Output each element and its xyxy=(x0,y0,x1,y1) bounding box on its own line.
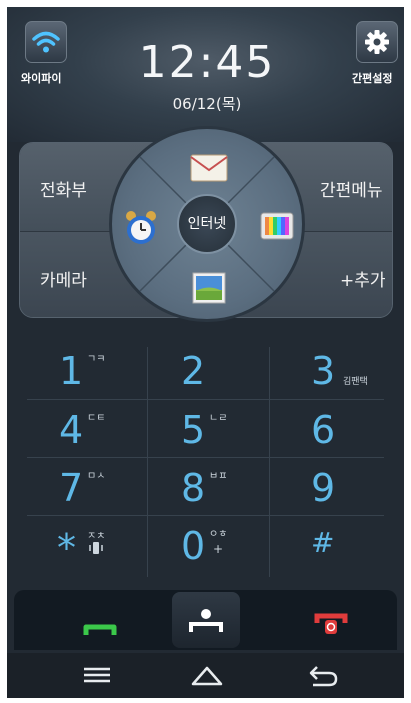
key-contact-name: 김팬택 xyxy=(343,377,368,387)
keypad-divider xyxy=(147,347,148,577)
key-digit: 8 xyxy=(181,466,206,510)
navigation-bar xyxy=(7,653,404,698)
key-letters: ㄷㅌ xyxy=(87,413,106,424)
add-button[interactable]: +추가 xyxy=(340,266,386,291)
wifi-icon xyxy=(32,31,60,53)
back-icon[interactable] xyxy=(307,661,339,689)
camera-button[interactable]: 카메라 xyxy=(40,266,87,291)
key-letters: ㅂㅍ xyxy=(209,471,228,482)
key-digit: 7 xyxy=(59,466,84,510)
key-2[interactable]: 2 xyxy=(149,342,269,398)
key-letters: ㄱㅋ xyxy=(87,354,106,365)
phone-screen: 와이파이 간편설정 12:45 06/12(목) 전화부 간편메뉴 카메라 +추… xyxy=(7,7,404,698)
key-letters: ㄴㄹ xyxy=(209,413,228,424)
key-8[interactable]: 8 ㅂㅍ xyxy=(149,459,269,515)
internet-button[interactable]: 인터넷 xyxy=(177,194,237,254)
keypad-divider xyxy=(27,457,384,458)
key-1[interactable]: 1 ㄱㅋ xyxy=(27,342,147,398)
key-letters: ㅁㅅ xyxy=(87,471,106,482)
key-9[interactable]: 9 xyxy=(271,459,391,515)
key-letters: ㅈㅊ xyxy=(87,531,106,542)
gear-icon xyxy=(365,30,389,54)
alarm-icon[interactable] xyxy=(123,209,159,247)
wifi-label: 와이파이 xyxy=(21,72,62,85)
keypad-divider xyxy=(269,347,270,577)
wifi-button[interactable] xyxy=(25,21,67,63)
key-digit: 1 xyxy=(59,349,84,393)
key-digit: 9 xyxy=(311,466,336,510)
tv-icon[interactable] xyxy=(259,209,295,245)
keypad-divider xyxy=(27,515,384,516)
phonebook-button[interactable]: 전화부 xyxy=(40,176,87,201)
call-icon[interactable] xyxy=(83,621,117,637)
key-3[interactable]: 3 김팬택 xyxy=(271,342,391,398)
settings-label: 간편설정 xyxy=(352,72,393,85)
keypad-divider xyxy=(27,399,384,400)
key-digit: 3 xyxy=(311,349,336,393)
end-call-icon[interactable] xyxy=(314,611,348,637)
settings-button[interactable] xyxy=(356,21,398,63)
key-star[interactable]: * ㅈㅊ xyxy=(27,517,147,573)
menu-icon[interactable] xyxy=(82,661,112,689)
date: 06/12(목) xyxy=(172,95,242,113)
key-0[interactable]: 0 ㅇㅎ + xyxy=(149,517,269,573)
mail-icon[interactable] xyxy=(189,152,229,184)
key-digit: 4 xyxy=(59,408,84,452)
key-4[interactable]: 4 ㄷㅌ xyxy=(27,401,147,457)
key-plus: + xyxy=(213,542,224,556)
vibrate-icon xyxy=(89,542,103,554)
key-letters: ㅇㅎ xyxy=(209,529,228,540)
key-digit: * xyxy=(57,526,76,570)
contact-icon xyxy=(189,609,223,632)
contact-button[interactable] xyxy=(172,592,240,648)
key-digit: 2 xyxy=(181,349,206,393)
key-7[interactable]: 7 ㅁㅅ xyxy=(27,459,147,515)
quick-menu-button[interactable]: 간편메뉴 xyxy=(320,176,383,201)
key-digit: # xyxy=(311,526,335,559)
keypad: 1 ㄱㅋ 2 3 김팬택 4 ㄷㅌ 5 ㄴㄹ 6 7 ㅁㅅ 8 ㅂㅍ 9 * ㅈ… xyxy=(7,337,404,587)
key-digit: 5 xyxy=(181,408,206,452)
key-hash[interactable]: # xyxy=(271,517,391,573)
home-icon[interactable] xyxy=(190,661,224,689)
key-digit: 0 xyxy=(181,524,206,568)
clock: 12:45 xyxy=(138,37,276,88)
key-digit: 6 xyxy=(311,408,336,452)
key-5[interactable]: 5 ㄴㄹ xyxy=(149,401,269,457)
gallery-icon[interactable] xyxy=(191,271,227,305)
key-6[interactable]: 6 xyxy=(271,401,391,457)
